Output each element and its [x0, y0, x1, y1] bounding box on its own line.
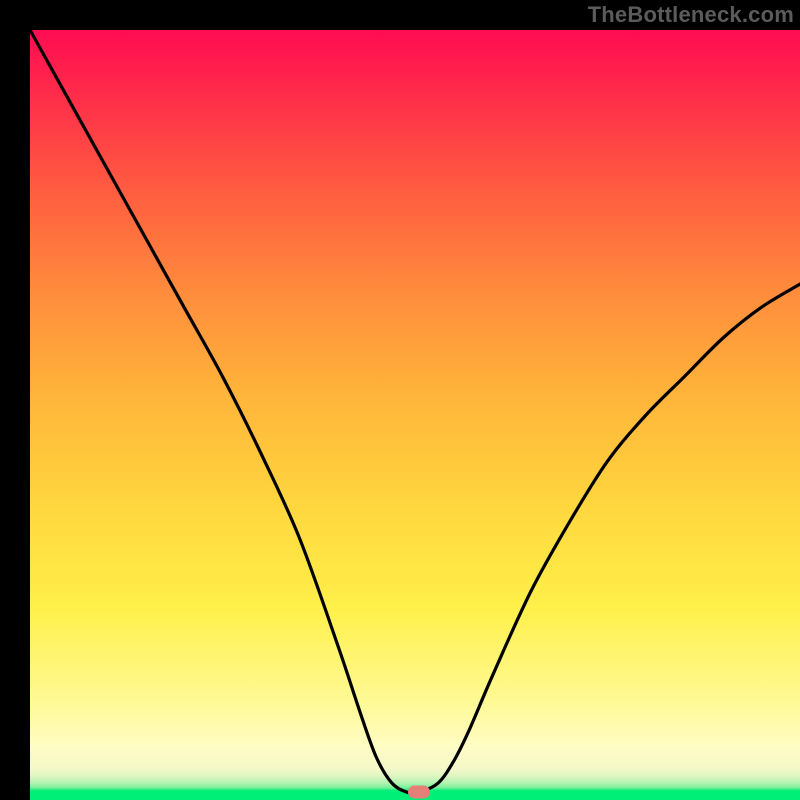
bottleneck-curve-svg: [30, 30, 800, 800]
optimum-marker-icon: [408, 786, 430, 799]
plot-area: [30, 30, 800, 800]
bottleneck-curve-path: [30, 30, 800, 793]
watermark-text: TheBottleneck.com: [588, 2, 794, 28]
chart-frame: TheBottleneck.com: [0, 0, 800, 800]
